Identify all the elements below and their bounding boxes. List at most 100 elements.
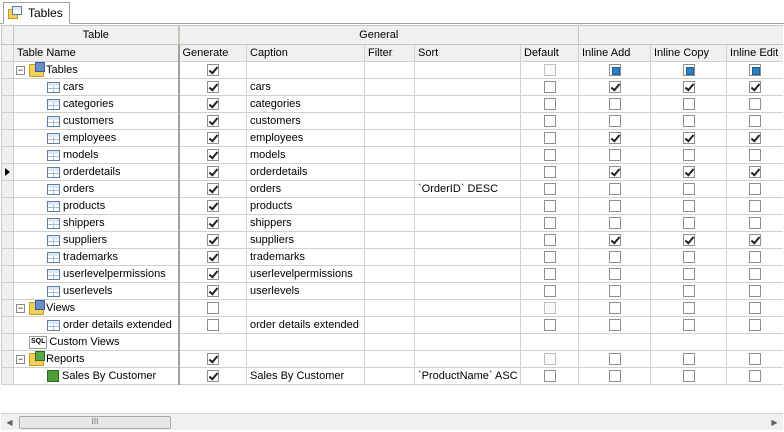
table-row[interactable]: − Tables [1,61,783,79]
default-checkbox[interactable] [543,250,556,263]
row-indicator[interactable] [1,61,14,79]
col-default-header[interactable]: Default [520,44,579,62]
inline-add-checkbox[interactable] [608,267,621,280]
inline-edit-checkbox[interactable] [749,131,761,144]
generate-checkbox[interactable] [206,233,219,246]
inline-add-checkbox[interactable] [608,148,621,161]
scroll-thumb[interactable]: III [19,416,171,429]
inline-add-checkbox[interactable] [608,250,621,263]
generate-checkbox[interactable] [206,165,219,178]
generate-checkbox[interactable] [206,318,219,331]
collapse-icon[interactable]: − [16,303,25,313]
inline-copy-checkbox[interactable] [682,165,695,178]
inline-copy-checkbox[interactable] [682,216,695,229]
filter-cell[interactable] [364,180,415,198]
inline-add-checkbox[interactable] [608,114,621,127]
sort-cell[interactable] [414,248,521,266]
inline-add-checkbox[interactable] [608,233,621,246]
caption-cell[interactable]: userlevelpermissions [246,265,365,283]
inline-copy-checkbox[interactable] [682,318,695,331]
inline-add-checkbox[interactable] [608,80,621,93]
inline-edit-checkbox[interactable] [749,369,761,382]
filter-cell[interactable] [364,214,415,232]
inline-copy-checkbox[interactable] [682,301,695,314]
table-name-cell[interactable]: employees [13,129,179,147]
filter-cell[interactable] [364,95,415,113]
inline-copy-checkbox[interactable] [682,369,695,382]
inline-edit-checkbox[interactable] [749,97,761,110]
table-row[interactable]: employees employees [1,129,783,147]
default-checkbox[interactable] [543,369,556,382]
inline-add-checkbox[interactable] [608,182,621,195]
col-inline-add-header[interactable]: Inline Add [578,44,651,62]
row-indicator[interactable] [1,282,14,300]
inline-edit-checkbox[interactable] [749,233,761,246]
generate-checkbox[interactable] [206,352,219,365]
sort-cell[interactable] [414,333,521,351]
filter-cell[interactable] [364,299,415,317]
row-indicator[interactable] [1,95,14,113]
row-indicator[interactable] [1,231,14,249]
row-indicator[interactable] [1,78,14,96]
generate-checkbox[interactable] [206,284,219,297]
table-name-cell[interactable]: cars [13,78,179,96]
row-indicator[interactable] [1,316,14,334]
filter-cell[interactable] [364,282,415,300]
default-checkbox[interactable] [543,267,556,280]
inline-copy-checkbox[interactable] [682,148,695,161]
filter-cell[interactable] [364,61,415,79]
scroll-right-button[interactable]: ▶ [766,414,783,431]
sort-cell[interactable] [414,316,521,334]
scroll-left-button[interactable]: ◀ [1,414,18,431]
filter-cell[interactable] [364,316,415,334]
table-name-cell[interactable]: trademarks [13,248,179,266]
table-name-cell[interactable]: orderdetails [13,163,179,181]
caption-cell[interactable]: order details extended [246,316,365,334]
inline-edit-checkbox[interactable] [749,250,761,263]
inline-copy-checkbox[interactable] [682,114,695,127]
inline-edit-checkbox[interactable] [749,114,761,127]
filter-cell[interactable] [364,265,415,283]
sort-cell[interactable] [414,146,521,164]
caption-cell[interactable]: cars [246,78,365,96]
inline-add-checkbox[interactable] [608,352,621,365]
inline-copy-checkbox[interactable] [682,63,695,76]
caption-cell[interactable] [246,61,365,79]
filter-cell[interactable] [364,78,415,96]
table-row[interactable]: orderdetails orderdetails [1,163,783,181]
inline-add-checkbox[interactable] [608,369,621,382]
inline-edit-checkbox[interactable] [749,284,761,297]
generate-checkbox[interactable] [206,250,219,263]
inline-add-checkbox[interactable] [608,284,621,297]
table-name-cell[interactable]: userlevelpermissions [13,265,179,283]
caption-cell[interactable]: employees [246,129,365,147]
default-checkbox[interactable] [543,182,556,195]
caption-cell[interactable]: suppliers [246,231,365,249]
table-row[interactable]: cars cars [1,78,783,96]
inline-edit-checkbox[interactable] [749,80,761,93]
inline-copy-checkbox[interactable] [682,284,695,297]
table-row[interactable]: userlevels userlevels [1,282,783,300]
sort-cell[interactable] [414,163,521,181]
inline-copy-checkbox[interactable] [682,352,695,365]
generate-checkbox[interactable] [206,199,219,212]
inline-add-checkbox[interactable] [608,63,621,76]
table-name-cell[interactable]: customers [13,112,179,130]
table-name-cell[interactable]: − Tables [13,61,179,79]
table-name-cell[interactable]: SQL Custom Views [13,333,179,351]
caption-cell[interactable]: categories [246,95,365,113]
inline-add-checkbox[interactable] [608,318,621,331]
inline-edit-checkbox[interactable] [749,165,761,178]
generate-checkbox[interactable] [206,301,219,314]
filter-cell[interactable] [364,163,415,181]
filter-cell[interactable] [364,350,415,368]
caption-cell[interactable] [246,299,365,317]
generate-checkbox[interactable] [206,182,219,195]
table-name-cell[interactable]: models [13,146,179,164]
col-caption-header[interactable]: Caption [246,44,365,62]
table-row[interactable]: − Views [1,299,783,317]
inline-edit-checkbox[interactable] [749,63,761,76]
default-checkbox[interactable] [543,165,556,178]
inline-add-checkbox[interactable] [608,165,621,178]
inline-edit-checkbox[interactable] [749,318,761,331]
